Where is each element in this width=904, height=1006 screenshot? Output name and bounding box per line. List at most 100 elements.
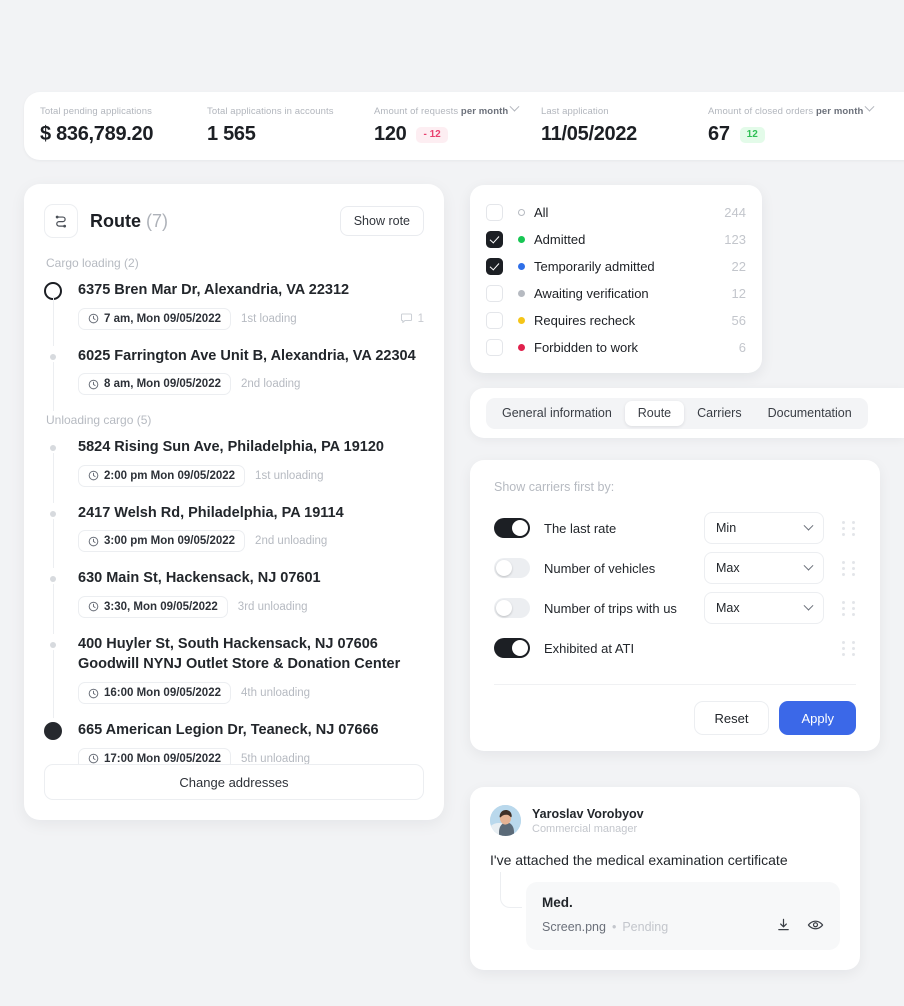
stop-time-chip[interactable]: 16:00 Mon 09/05/2022 [78,682,231,705]
stat-value: 11/05/2022 [541,123,637,145]
stop-time: 17:00 Mon 09/05/2022 [104,752,221,765]
stat-card: Amount of closed orders per month 67 12 [708,101,875,146]
unloading-group-label: Unloading cargo (5) [46,413,152,428]
apply-button[interactable]: Apply [779,701,856,735]
stop-time: 8 am, Mon 09/05/2022 [104,378,221,391]
sort-toggle[interactable] [494,598,530,618]
chevron-down-icon [803,520,814,531]
sort-row: Number of trips with us Max [494,588,856,628]
stop-address: 400 Huyler St, South Hackensack, NJ 0760… [78,635,401,673]
attachment-card[interactable]: Med. Screen.png • Pending [526,882,840,950]
page-title: Route (7) [90,210,169,231]
stop-time: 2:00 pm Mon 09/05/2022 [104,469,236,482]
attachment-separator: • [611,920,617,934]
stop-time-chip[interactable]: 3:00 pm Mon 09/05/2022 [78,530,246,553]
route-track [52,584,54,634]
status-checkbox[interactable] [486,285,503,302]
sort-toggle[interactable] [494,518,530,538]
route-stop[interactable]: 400 Huyler St, South Hackensack, NJ 0760… [52,634,424,721]
drag-handle-icon[interactable] [842,640,856,656]
attachment-title: Med. [542,895,573,910]
status-label: Requires recheck [534,313,636,328]
loading-group-label: Cargo loading (2) [46,256,139,270]
stat-label[interactable]: Amount of requests per month [374,101,541,117]
drag-handle-icon[interactable] [842,600,856,616]
tab-carriers[interactable]: Carriers [684,401,754,426]
status-count: 12 [731,286,746,301]
tab-general-information[interactable]: General information [489,401,625,426]
drag-handle-icon[interactable] [842,520,856,536]
show-rote-button[interactable]: Show rote [339,206,424,236]
stop-time-chip[interactable]: 8 am, Mon 09/05/2022 [78,373,231,396]
route-stop[interactable]: 6025 Farrington Ave Unit B, Alexandria, … [52,346,424,412]
unloading-stop-list: 5824 Rising Sun Ave, Philadelphia, PA 19… [44,437,424,770]
stop-sequence: 1st unloading [255,469,324,482]
status-checkbox[interactable] [486,258,503,275]
stat-card: Amount of requests per month 120 - 12 [374,101,541,146]
status-filter-row[interactable]: Awaiting verification 12 [486,280,746,307]
status-filter-row[interactable]: All 244 [486,199,746,226]
sort-direction-value: Max [716,601,740,615]
stop-time: 16:00 Mon 09/05/2022 [104,687,221,700]
status-count: 244 [724,205,746,220]
status-filter-row[interactable]: Forbidden to work 6 [486,334,746,361]
sort-toggle[interactable] [494,558,530,578]
sort-direction-select[interactable]: Max [704,552,824,584]
route-track [52,453,54,503]
stop-sequence: 5th unloading [241,752,311,765]
stop-sequence: 2nd unloading [255,535,328,548]
eye-icon[interactable] [807,917,824,937]
tab-documentation[interactable]: Documentation [755,401,865,426]
sort-label: Number of vehicles [544,560,656,576]
stop-time: 3:30, Mon 09/05/2022 [104,600,218,613]
message-card: Yaroslav Vorobyov Commercial manager I'v… [470,787,860,970]
status-label: Awaiting verification [534,286,649,301]
comment-badge[interactable]: 1 [400,312,424,325]
status-checkbox[interactable] [486,231,503,248]
status-label: Admitted [534,232,586,247]
status-dot-icon [518,263,525,270]
status-filter-row[interactable]: Admitted 123 [486,226,746,253]
stop-marker-filled [44,722,62,741]
tab-route[interactable]: Route [624,400,685,426]
sort-title: Show carriers first by: [494,480,615,494]
status-checkbox[interactable] [486,339,503,356]
chevron-down-icon[interactable] [509,101,520,112]
status-dot-icon [518,317,525,324]
sort-toggle[interactable] [494,638,530,658]
stop-time: 3:00 pm Mon 09/05/2022 [104,535,236,548]
status-checkbox[interactable] [486,312,503,329]
status-filter-row[interactable]: Temporarily admitted 22 [486,253,746,280]
stop-time-chip[interactable]: 2:00 pm Mon 09/05/2022 [78,464,246,487]
stat-value: $ 836,789.20 [40,123,154,145]
status-ring-icon [518,209,525,216]
chevron-down-icon[interactable] [864,101,875,112]
drag-handle-icon[interactable] [842,560,856,576]
sender-role: Commercial manager [532,822,638,835]
attachment-filename: Screen.png [542,920,606,934]
route-stop[interactable]: 6375 Bren Mar Dr, Alexandria, VA 22312 7 … [44,280,424,346]
stop-address: 665 American Legion Dr, Teaneck, NJ 0766… [78,722,379,739]
stat-value: 67 [708,123,730,145]
route-stop[interactable]: 5824 Rising Sun Ave, Philadelphia, PA 19… [52,437,424,503]
chevron-down-icon [803,600,814,611]
status-checkbox[interactable] [486,204,503,221]
sort-direction-value: Max [716,561,740,575]
sort-direction-select[interactable]: Min [704,512,824,544]
status-filter-row[interactable]: Requires recheck 56 [486,307,746,334]
stop-time-chip[interactable]: 7 am, Mon 09/05/2022 [78,307,231,330]
message-header: Yaroslav Vorobyov Commercial manager [490,805,840,836]
status-dot-icon [518,344,525,351]
stop-sequence: 4th unloading [241,687,311,700]
stat-label[interactable]: Amount of closed orders per month [708,101,875,117]
reset-button[interactable]: Reset [693,701,770,735]
stop-address: 6025 Farrington Ave Unit B, Alexandria, … [78,347,416,364]
route-track [52,518,54,569]
sort-direction-select[interactable]: Max [704,592,824,624]
stop-time-chip[interactable]: 3:30, Mon 09/05/2022 [78,595,228,618]
route-stop[interactable]: 2417 Welsh Rd, Philadelphia, PA 19114 3:0… [52,503,424,569]
change-addresses-button[interactable]: Change addresses [44,764,424,800]
download-icon[interactable] [776,917,791,937]
route-stop[interactable]: 665 American Legion Dr, Teaneck, NJ 0766… [44,720,424,770]
route-stop[interactable]: 630 Main St, Hackensack, NJ 07601 3:30, M… [52,568,424,634]
